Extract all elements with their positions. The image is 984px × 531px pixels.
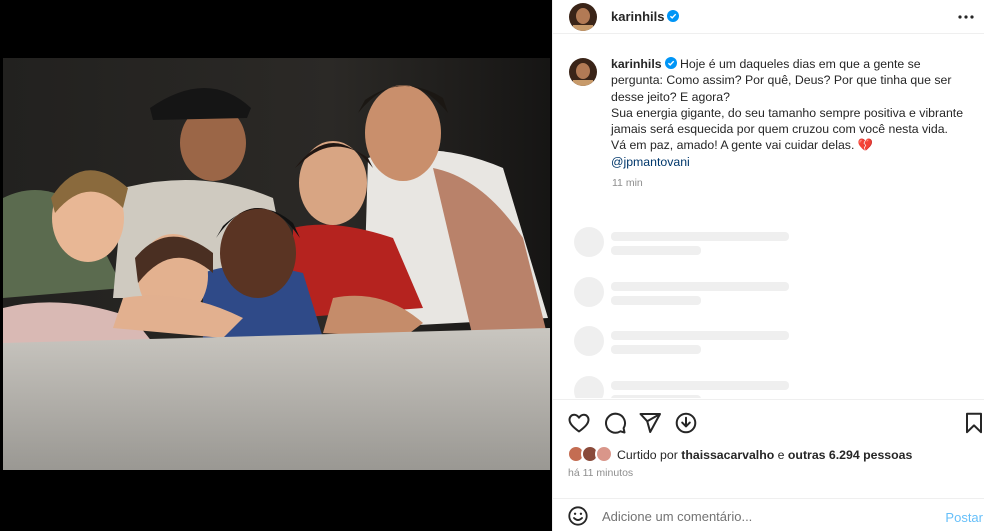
skeleton-line — [611, 282, 789, 291]
author-avatar[interactable] — [569, 3, 597, 31]
avatar-image — [569, 58, 597, 86]
caption-timestamp[interactable]: 11 min — [612, 177, 643, 189]
heart-outline-icon[interactable] — [567, 411, 591, 435]
other-likes-link[interactable]: outras 6.294 pessoas — [788, 448, 912, 462]
skeleton-avatar — [574, 277, 604, 307]
bookmark-icon[interactable] — [962, 411, 984, 435]
skeleton-line — [611, 345, 701, 354]
liker-username[interactable]: thaissacarvalho — [681, 448, 774, 462]
liker-avatar — [595, 445, 613, 463]
likes-summary: Curtido por thaissacarvalho e outras 6.2… — [567, 444, 977, 466]
skeleton-line — [611, 246, 701, 255]
author-username[interactable]: karinhils — [611, 9, 680, 24]
broken-heart-emoji: 💔 — [857, 138, 874, 153]
paper-plane-icon[interactable] — [638, 411, 662, 435]
download-circle-icon[interactable] — [674, 411, 698, 435]
comment-input[interactable] — [602, 505, 922, 527]
caption-text-line: Hoje é um daqueles dias em que a gente s… — [680, 57, 921, 71]
comment-bar: Postar — [553, 498, 984, 531]
caption-text-line: jamais será esquecida por quem cruzou co… — [611, 122, 948, 137]
comment-skeleton — [553, 277, 984, 309]
post-side-panel: karinhils karinhils Hoje é um daqueles d… — [552, 0, 984, 531]
mention-link[interactable]: @jpmantovani — [611, 154, 983, 170]
likes-text: Curtido por thaissacarvalho e outras 6.2… — [617, 448, 912, 462]
more-horizontal-icon[interactable] — [955, 8, 977, 26]
comment-skeleton — [553, 376, 984, 398]
likes-conjunction: e — [777, 448, 785, 462]
post-photo[interactable] — [3, 58, 550, 470]
comment-bubble-icon[interactable] — [603, 411, 627, 435]
post-header: karinhils — [553, 0, 984, 34]
verified-badge-icon — [664, 57, 677, 69]
caption-text-line: Sua energia gigante, do seu tamanho semp… — [611, 105, 964, 120]
skeleton-line — [611, 232, 789, 241]
skeleton-avatar — [574, 376, 604, 398]
caption-line-6: Vá em paz, amado! A gente vai cuidar del… — [611, 137, 983, 153]
caption-line-1: karinhils Hoje é um daqueles dias em que… — [611, 56, 983, 72]
post-photo-image — [3, 58, 550, 470]
author-username-text[interactable]: karinhils — [611, 9, 664, 24]
comment-skeleton — [553, 326, 984, 358]
action-bar — [553, 399, 984, 444]
caption-text-line: desse jeito? E agora? — [611, 89, 730, 104]
liker-avatars[interactable] — [567, 445, 617, 465]
skeleton-line — [611, 381, 789, 390]
skeleton-avatar — [574, 227, 604, 257]
caption-text-line: pergunta: Como assim? Por quê, Deus? Por… — [611, 73, 952, 88]
caption-text-line: Vá em paz, amado! A gente vai cuidar del… — [611, 138, 855, 153]
post-media-pane — [0, 0, 552, 531]
comment-skeleton — [553, 227, 984, 259]
skeleton-line — [611, 296, 701, 305]
caption-username[interactable]: karinhils — [611, 57, 662, 71]
skeleton-avatar — [574, 326, 604, 356]
post-timestamp[interactable]: há 11 minutos — [568, 467, 633, 479]
skeleton-line — [611, 395, 701, 398]
caption-text: karinhils Hoje é um daqueles dias em que… — [611, 56, 983, 170]
likes-prefix: Curtido por — [617, 448, 678, 462]
verified-badge-icon — [667, 10, 680, 22]
smiley-icon[interactable] — [567, 505, 589, 527]
post-comment-button[interactable]: Postar — [945, 510, 983, 525]
avatar-image — [569, 3, 597, 31]
skeleton-line — [611, 331, 789, 340]
caption-author-avatar[interactable] — [569, 58, 597, 86]
